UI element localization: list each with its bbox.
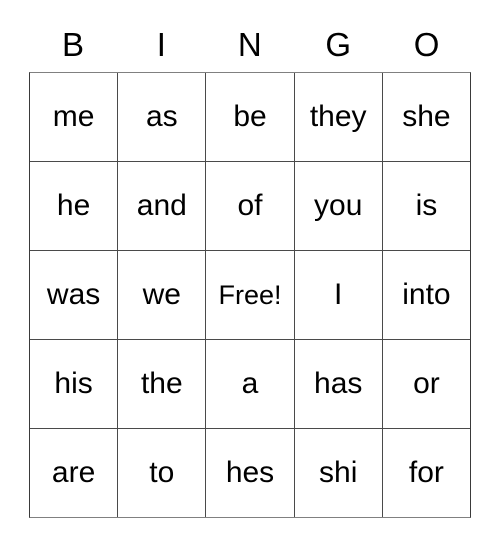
bingo-cell-label: they: [309, 100, 367, 133]
bingo-cell-label: is: [415, 189, 438, 222]
bingo-grid: me as be they she he and of you is was w…: [29, 72, 471, 518]
bingo-header-letter-g: G: [325, 25, 352, 63]
bingo-cell-label: and: [136, 189, 187, 222]
bingo-row-4: his the a has or: [30, 339, 471, 428]
bingo-cell-n5[interactable]: hes: [205, 429, 294, 517]
bingo-cell-i4[interactable]: the: [117, 340, 206, 428]
bingo-cell-label: into: [402, 278, 451, 311]
bingo-cell-o4[interactable]: or: [381, 340, 471, 428]
bingo-cell-label: the: [140, 367, 183, 400]
bingo-row-3: was we Free! I into: [30, 250, 471, 339]
bingo-cell-n2[interactable]: of: [205, 162, 294, 250]
bingo-cell-label: his: [54, 367, 93, 400]
bingo-cell-label: for: [408, 456, 444, 489]
bingo-header-letter-n: N: [237, 25, 263, 63]
bingo-cell-label: hes: [225, 456, 275, 489]
bingo-cell-label: of: [237, 189, 263, 222]
bingo-header-letter-o: O: [413, 25, 440, 63]
bingo-cell-i1[interactable]: as: [117, 73, 206, 161]
bingo-cell-label: are: [51, 456, 96, 489]
bingo-card: B I N G O me as be they she he and of yo…: [29, 16, 471, 518]
bingo-cell-label: you: [314, 189, 363, 222]
bingo-cell-o3[interactable]: into: [381, 251, 471, 339]
bingo-cell-i5[interactable]: to: [117, 429, 206, 517]
bingo-cell-b3[interactable]: was: [30, 251, 118, 339]
bingo-cell-label: me: [52, 100, 95, 133]
bingo-cell-label: a: [241, 367, 259, 400]
bingo-cell-label: has: [314, 367, 363, 400]
bingo-cell-label: I: [334, 278, 343, 311]
bingo-cell-g5[interactable]: shi: [293, 429, 382, 517]
bingo-cell-label: shi: [319, 456, 358, 489]
bingo-cell-label: as: [145, 100, 178, 133]
bingo-header-letter-i: I: [156, 25, 167, 63]
bingo-cell-g4[interactable]: has: [293, 340, 382, 428]
bingo-cell-n1[interactable]: be: [205, 73, 294, 161]
bingo-header-row: B I N G O: [29, 16, 471, 72]
bingo-cell-o5[interactable]: for: [381, 429, 471, 517]
bingo-cell-b2[interactable]: he: [30, 162, 118, 250]
bingo-cell-label: to: [149, 456, 175, 489]
bingo-free-space-label: Free!: [218, 279, 282, 310]
bingo-cell-label: was: [46, 278, 101, 311]
bingo-cell-label: we: [142, 278, 181, 311]
bingo-cell-label: he: [56, 189, 91, 222]
bingo-row-5: are to hes shi for: [30, 428, 471, 517]
bingo-cell-b5[interactable]: are: [30, 429, 118, 517]
bingo-cell-i3[interactable]: we: [117, 251, 206, 339]
bingo-cell-free-space[interactable]: Free!: [205, 251, 294, 339]
bingo-cell-b4[interactable]: his: [30, 340, 118, 428]
bingo-cell-g3[interactable]: I: [293, 251, 382, 339]
bingo-row-1: me as be they she: [30, 73, 471, 161]
bingo-cell-o1[interactable]: she: [381, 73, 471, 161]
bingo-row-2: he and of you is: [30, 161, 471, 250]
bingo-cell-b1[interactable]: me: [30, 73, 118, 161]
bingo-cell-label: be: [233, 100, 267, 133]
bingo-cell-i2[interactable]: and: [117, 162, 206, 250]
bingo-cell-g2[interactable]: you: [293, 162, 382, 250]
bingo-cell-label: she: [402, 100, 451, 133]
bingo-cell-g1[interactable]: they: [293, 73, 382, 161]
bingo-cell-o2[interactable]: is: [381, 162, 471, 250]
bingo-cell-n4[interactable]: a: [205, 340, 294, 428]
bingo-header-letter-b: B: [61, 25, 85, 63]
bingo-cell-label: or: [413, 367, 440, 400]
